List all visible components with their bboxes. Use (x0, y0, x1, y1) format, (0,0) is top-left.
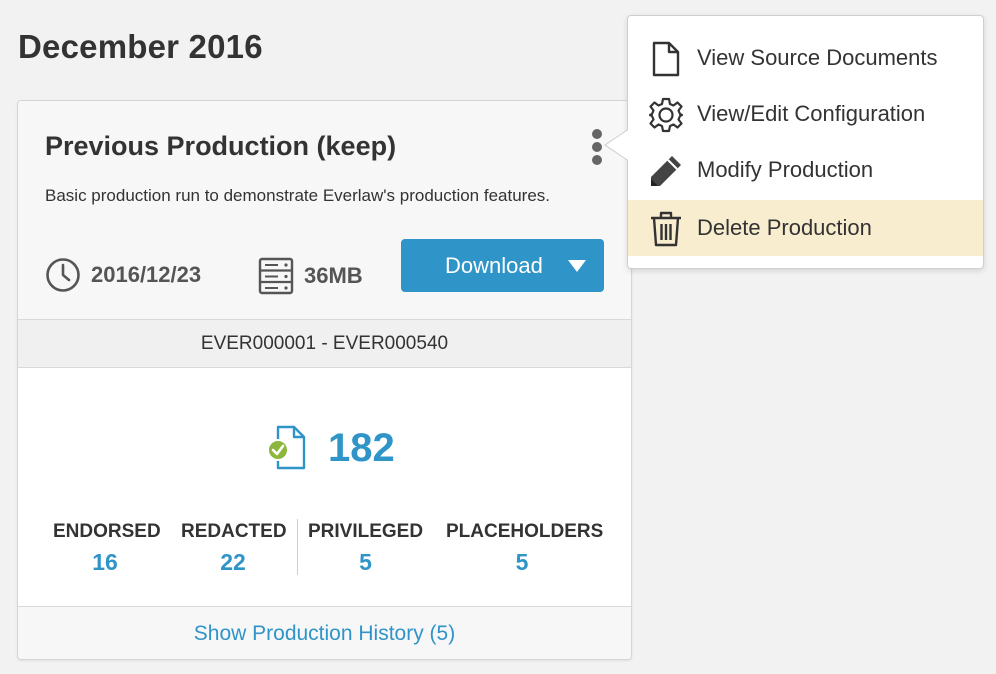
production-size: 36MB (258, 257, 363, 295)
document-icon (646, 39, 686, 79)
menu-pointer-fill (606, 130, 628, 160)
show-production-history-link[interactable]: Show Production History (5) (18, 606, 631, 659)
document-check-icon (267, 425, 306, 470)
clock-icon (46, 258, 80, 292)
server-icon (258, 257, 294, 295)
menu-item-delete-production[interactable]: Delete Production (628, 200, 983, 256)
menu-item-view-edit-configuration[interactable]: View/Edit Configuration (628, 86, 983, 142)
stat-value[interactable]: 5 (446, 549, 598, 576)
production-options-menu: View Source Documents View/Edit Configur… (627, 15, 984, 269)
menu-item-label: View/Edit Configuration (697, 101, 926, 126)
production-size-value: 36MB (304, 263, 363, 288)
production-description: Basic production run to demonstrate Ever… (45, 186, 551, 205)
stat-value[interactable]: 16 (53, 549, 157, 576)
stat-label: REDACTED (181, 521, 287, 542)
page-title: December 2016 (18, 28, 263, 65)
menu-item-modify-production[interactable]: Modify Production (628, 142, 983, 198)
menu-item-label: Modify Production (697, 157, 874, 182)
stat-label: PRIVILEGED (308, 521, 424, 542)
menu-item-label: View Source Documents (697, 45, 938, 70)
total-documents: 182 (266, 424, 395, 472)
production-date-value: 2016/12/23 (91, 262, 202, 287)
download-button-label: Download (445, 252, 543, 278)
stat-placeholders: PLACEHOLDERS 5 (446, 521, 604, 576)
trash-icon (646, 209, 686, 249)
stat-value[interactable]: 5 (308, 549, 423, 576)
bates-range: EVER000001 - EVER000540 (18, 320, 631, 368)
stat-redacted: REDACTED 22 (181, 521, 287, 576)
stat-label: ENDORSED (53, 521, 161, 542)
menu-item-label: Delete Production (697, 215, 872, 240)
production-date: 2016/12/23 (45, 257, 201, 293)
stat-endorsed: ENDORSED 16 (53, 521, 161, 576)
card-header: Previous Production (keep) Basic product… (18, 101, 631, 320)
stat-privileged: PRIVILEGED 5 (308, 521, 423, 576)
production-card: Previous Production (keep) Basic product… (17, 100, 632, 660)
download-button[interactable]: Download (401, 239, 604, 292)
stat-divider (297, 519, 298, 575)
more-options-icon[interactable] (590, 129, 604, 165)
production-title: Previous Production (keep) (45, 131, 397, 161)
gear-icon (646, 95, 686, 135)
stat-label: PLACEHOLDERS (446, 521, 604, 542)
stat-value[interactable]: 22 (181, 549, 285, 576)
menu-item-view-source-documents[interactable]: View Source Documents (628, 30, 983, 86)
total-documents-count: 182 (328, 425, 395, 470)
pencil-icon (646, 151, 686, 191)
chevron-down-icon[interactable] (567, 259, 587, 273)
